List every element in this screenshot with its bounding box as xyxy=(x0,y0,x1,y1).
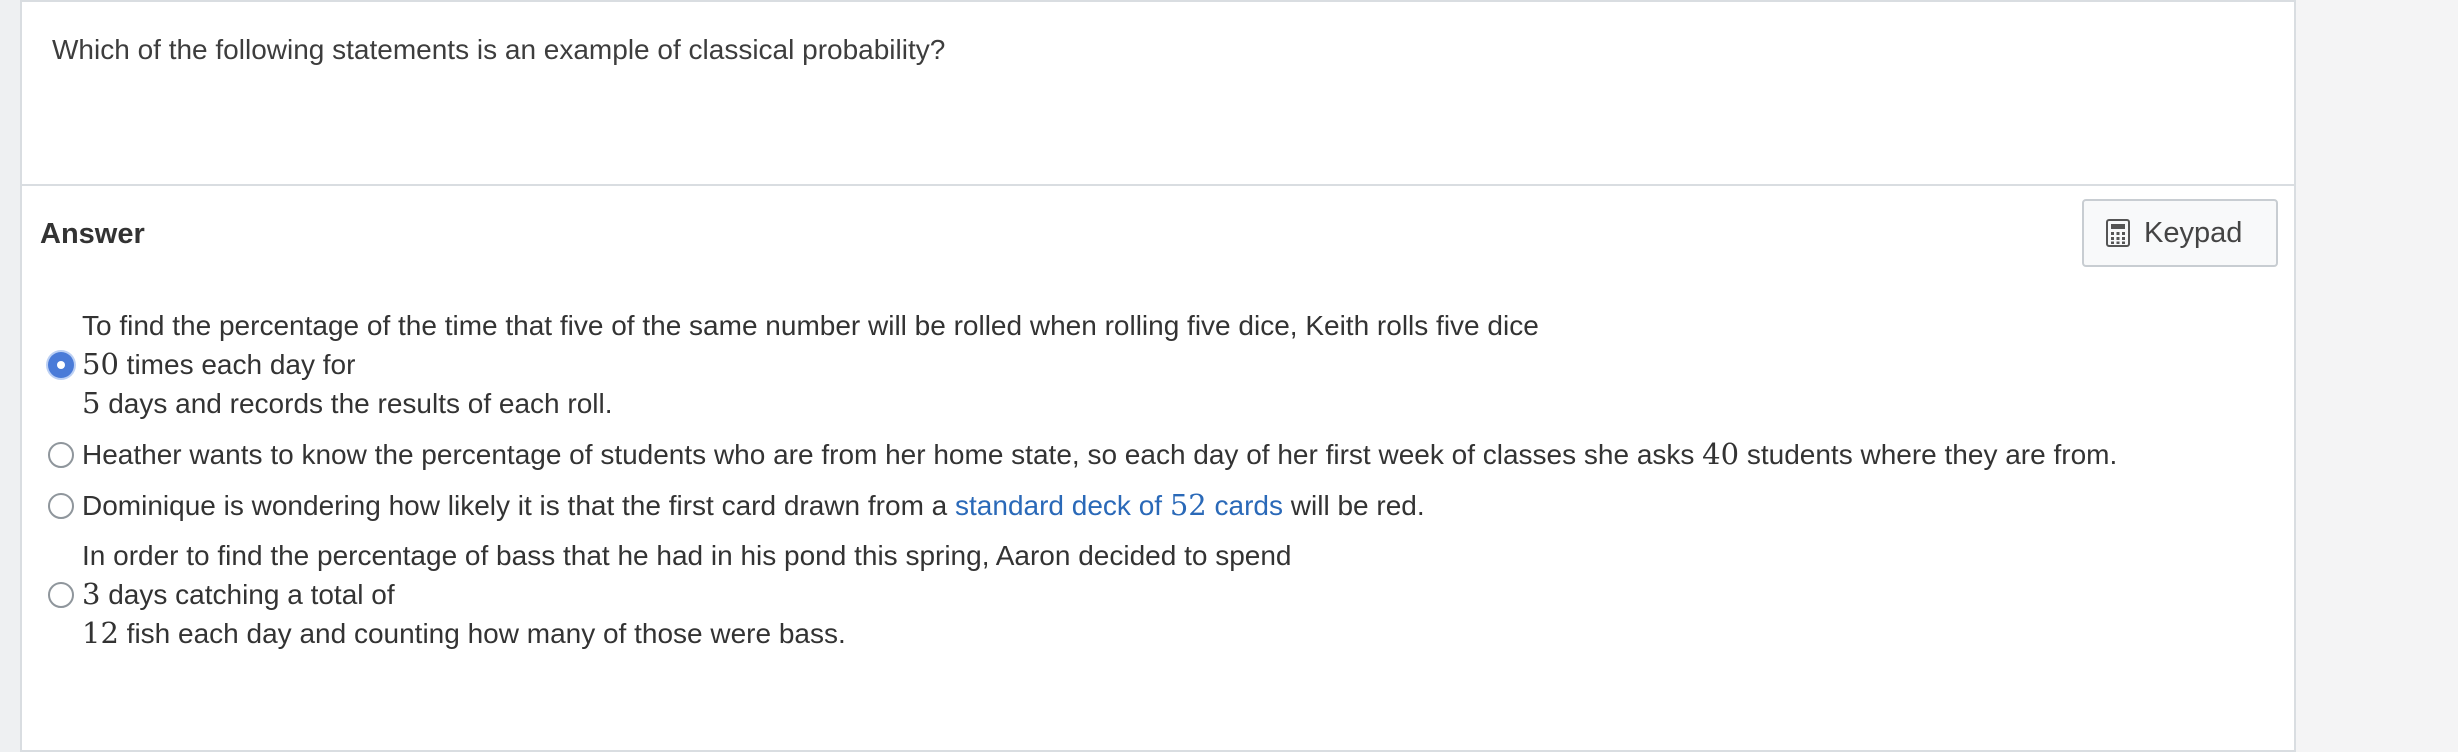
radio-button[interactable] xyxy=(48,582,74,608)
page: Which of the following statements is an … xyxy=(0,0,2458,752)
calculator-icon xyxy=(2106,219,2130,247)
option-text: Heather wants to know the percentage of … xyxy=(82,435,2117,474)
option-line: 12 fish each day and counting how many o… xyxy=(82,614,1292,653)
option-text-segment: Heather wants to know the percentage of … xyxy=(82,439,1703,470)
answer-option-1[interactable]: To find the percentage of the time that … xyxy=(48,307,2308,423)
answer-heading: Answer xyxy=(40,218,145,250)
option-number: 3 xyxy=(82,577,101,611)
option-line: To find the percentage of the time that … xyxy=(82,307,1539,345)
option-text-segment: days catching a total of xyxy=(100,579,395,610)
radio-button-selected[interactable] xyxy=(48,352,74,378)
question-card: Which of the following statements is an … xyxy=(20,0,2296,752)
option-text-segment: times each day for xyxy=(118,349,356,380)
answer-options: To find the percentage of the time that … xyxy=(48,307,2308,665)
link-text-segment: standard deck of xyxy=(955,490,1170,521)
keypad-button[interactable]: Keypad xyxy=(2082,199,2278,267)
left-rail xyxy=(0,0,20,752)
radio-button[interactable] xyxy=(48,441,74,468)
option-line: 50 times each day for xyxy=(82,345,1539,384)
option-text-segment: In order to find the percentage of bass … xyxy=(82,540,1292,571)
option-text-segment: fish each day and counting how many of t… xyxy=(118,618,846,649)
option-text-segment: days and records the results of each rol… xyxy=(100,388,613,419)
option-line: In order to find the percentage of bass … xyxy=(82,537,1292,575)
option-text: Dominique is wondering how likely it is … xyxy=(82,486,1425,525)
option-text: In order to find the percentage of bass … xyxy=(82,537,1292,653)
radio-button[interactable] xyxy=(48,492,74,519)
question-text: Which of the following statements is an … xyxy=(52,34,946,65)
link-number: 52 xyxy=(1169,488,1207,522)
answer-option-3[interactable]: Dominique is wondering how likely it is … xyxy=(48,486,2308,525)
option-text-segment: will be red. xyxy=(1283,490,1425,521)
standard-deck-link[interactable]: standard deck of 52 cards xyxy=(955,488,1283,522)
answer-option-4[interactable]: In order to find the percentage of bass … xyxy=(48,537,2308,653)
question-panel: Which of the following statements is an … xyxy=(22,2,2294,186)
option-line: 5 days and records the results of each r… xyxy=(82,384,1539,423)
option-text-segment: students where they are from. xyxy=(1739,439,2118,470)
link-text-segment: cards xyxy=(1206,490,1283,521)
option-number: 12 xyxy=(82,616,119,650)
option-number: 50 xyxy=(82,347,119,381)
option-number: 40 xyxy=(1702,437,1740,471)
option-text-segment: Dominique is wondering how likely it is … xyxy=(82,490,956,521)
option-number: 5 xyxy=(82,386,101,420)
answer-option-2[interactable]: Heather wants to know the percentage of … xyxy=(48,435,2308,474)
option-text-segment: To find the percentage of the time that … xyxy=(82,310,1539,341)
option-text: To find the percentage of the time that … xyxy=(82,307,1539,423)
option-line: 3 days catching a total of xyxy=(82,575,1292,614)
keypad-label: Keypad xyxy=(2144,216,2243,249)
